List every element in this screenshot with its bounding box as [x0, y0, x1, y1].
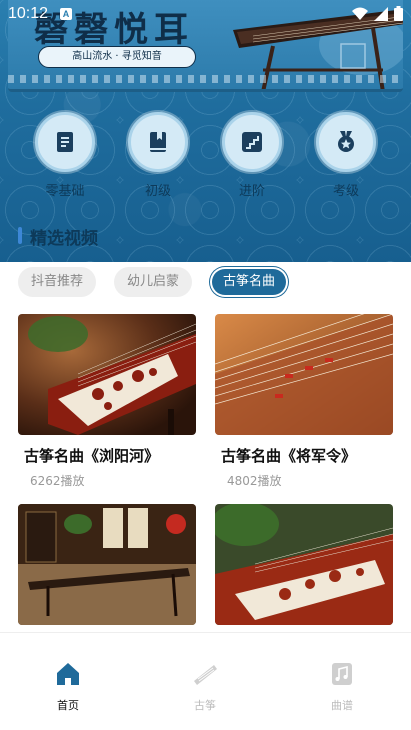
bookmark-book-icon: [150, 132, 166, 152]
nav-guzheng[interactable]: 古筝: [165, 661, 245, 713]
guzheng-icon: [194, 665, 217, 685]
video-play-count: 4802播放: [227, 474, 282, 488]
level-label: 零基础: [45, 184, 85, 199]
video-title: 古筝名曲《浏阳河》: [24, 447, 160, 465]
level-selector: 零基础 初级 进阶 考级: [0, 112, 411, 202]
level-beginner-zero[interactable]: 零基础: [27, 112, 103, 199]
video-thumbnail[interactable]: [215, 504, 393, 625]
wifi-icon: [352, 7, 368, 20]
video-card[interactable]: 古筝名曲《浏阳河》 6262播放: [18, 314, 196, 489]
nav-sheet-music[interactable]: 曲谱: [302, 661, 382, 713]
category-tabs: 抖音推荐 幼儿启蒙 古筝名曲: [0, 262, 411, 302]
level-label: 进阶: [238, 184, 265, 199]
guzheng-photo: [18, 314, 196, 435]
nav-label: 首页: [57, 699, 79, 712]
nav-label: 古筝: [194, 699, 216, 712]
guzheng-room-photo: [18, 504, 196, 625]
video-thumbnail[interactable]: [215, 314, 393, 435]
guzheng-photo: [215, 314, 393, 435]
banner-subtitle: 高山流水 · 寻觅知音: [38, 46, 196, 68]
level-label: 初级: [144, 184, 171, 199]
video-play-count: 6262播放: [30, 474, 85, 488]
level-circle: [316, 112, 376, 172]
sheet-music-icon: [332, 663, 352, 685]
notification-badge-icon: A: [60, 8, 72, 20]
battery-icon: [394, 6, 403, 21]
video-card[interactable]: 古筝名曲《将军令》 4802播放: [215, 314, 393, 489]
tab-famous-pieces[interactable]: 古筝名曲: [210, 267, 288, 297]
book-icon: [57, 132, 73, 152]
tab-douyin-recommend[interactable]: 抖音推荐: [18, 267, 96, 297]
level-elementary[interactable]: 初级: [120, 112, 196, 199]
home-icon: [57, 663, 79, 685]
status-time: 10:12: [8, 5, 49, 22]
status-icons: [352, 6, 403, 21]
nav-label: 曲谱: [331, 699, 353, 712]
signal-icon: [374, 6, 388, 21]
level-circle: [222, 112, 282, 172]
video-card[interactable]: [215, 504, 393, 625]
level-circle: [35, 112, 95, 172]
medal-icon: [338, 131, 354, 152]
level-advanced[interactable]: 进阶: [214, 112, 290, 199]
level-circle: [128, 112, 188, 172]
video-thumbnail[interactable]: [18, 314, 196, 435]
bottom-nav: 首页 古筝 曲谱: [0, 632, 411, 730]
hero-header: 磬磬悦耳 高山流水 · 寻觅知音 零基础 初级 进阶 考级 精选视频: [0, 0, 411, 262]
stairs-icon: [242, 132, 262, 152]
level-label: 考级: [332, 184, 359, 199]
nav-home[interactable]: 首页: [28, 661, 108, 713]
guzheng-photo: [215, 504, 393, 625]
status-bar: 10:12 A: [0, 0, 411, 30]
banner-pattern-border: [8, 75, 403, 83]
level-exam[interactable]: 考级: [308, 112, 384, 199]
video-thumbnail[interactable]: [18, 504, 196, 625]
tab-kids-enlightenment[interactable]: 幼儿启蒙: [114, 267, 192, 297]
section-title: 精选视频: [18, 224, 98, 249]
video-card[interactable]: [18, 504, 196, 625]
video-title: 古筝名曲《将军令》: [221, 447, 357, 465]
